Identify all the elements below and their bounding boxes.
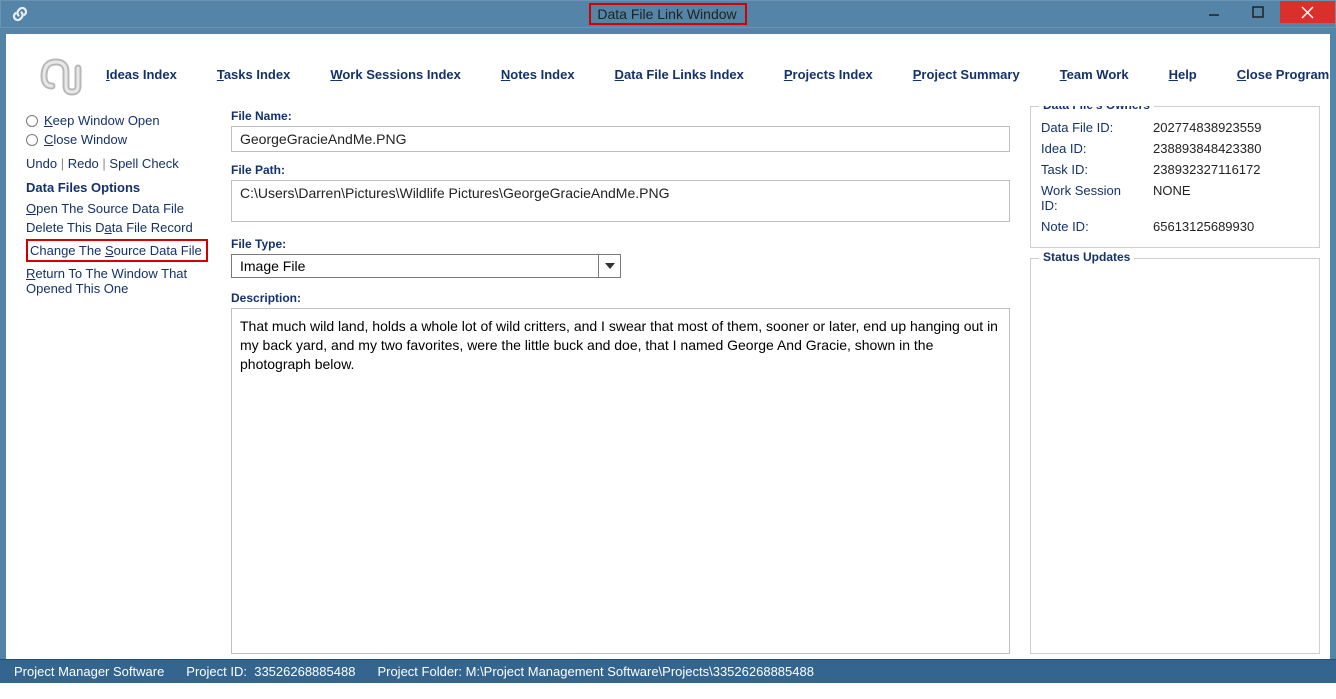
open-source-data-file-link[interactable]: Open The Source Data File bbox=[26, 199, 221, 218]
data-file-id-value: 202774838923559 bbox=[1153, 120, 1261, 135]
description-textarea[interactable]: That much wild land, holds a whole lot o… bbox=[231, 308, 1010, 654]
idea-id-value: 238893848423380 bbox=[1153, 141, 1261, 156]
menu-notes-index[interactable]: Notes Index bbox=[501, 67, 575, 82]
file-path-label: File Path: bbox=[231, 163, 1010, 177]
radio-icon bbox=[26, 134, 38, 146]
task-id-value: 238932327116172 bbox=[1153, 162, 1261, 177]
file-name-input[interactable]: GeorgeGracieAndMe.PNG bbox=[231, 126, 1010, 152]
owners-fieldset: Data File's Owners Data File ID: 20277483… bbox=[1030, 106, 1320, 248]
return-to-previous-window-link[interactable]: Return To The Window That Opened This On… bbox=[26, 264, 196, 298]
app-frame: Ideas Index Tasks Index Work Sessions In… bbox=[0, 28, 1336, 659]
side-panel: Keep Window Open Close Window Undo | Red… bbox=[26, 106, 221, 654]
delete-data-file-record-link[interactable]: Delete This Data File Record bbox=[26, 218, 221, 237]
close-window-radio[interactable]: Close Window bbox=[26, 130, 221, 149]
menu-help[interactable]: Help bbox=[1169, 67, 1197, 82]
minimize-button[interactable] bbox=[1192, 1, 1236, 23]
menu-project-summary[interactable]: Project Summary bbox=[913, 67, 1020, 82]
main-panel: File Name: GeorgeGracieAndMe.PNG File Pa… bbox=[221, 106, 1025, 654]
undo-link[interactable]: Undo bbox=[26, 155, 57, 172]
owners-legend: Data File's Owners bbox=[1039, 106, 1154, 112]
idea-id-label: Idea ID: bbox=[1041, 141, 1141, 156]
chevron-down-icon[interactable] bbox=[599, 254, 621, 278]
keep-window-open-radio[interactable]: Keep Window Open bbox=[26, 111, 221, 130]
file-path-input[interactable]: C:\Users\Darren\Pictures\Wildlife Pictur… bbox=[231, 180, 1010, 222]
file-type-label: File Type: bbox=[231, 237, 1010, 251]
statusbar-project-id: Project ID: 33526268885488 bbox=[186, 664, 355, 679]
maximize-button[interactable] bbox=[1236, 1, 1280, 23]
data-files-options-header: Data Files Options bbox=[26, 180, 221, 195]
radio-icon bbox=[26, 115, 38, 127]
app-logo-icon bbox=[36, 52, 86, 96]
file-type-combo[interactable]: Image File bbox=[231, 254, 621, 278]
menu-ideas-index[interactable]: Ideas Index bbox=[106, 67, 177, 82]
description-label: Description: bbox=[231, 291, 1010, 305]
work-session-id-label: Work Session ID: bbox=[1041, 183, 1141, 213]
change-source-data-file-highlight: Change The Source Data File bbox=[26, 239, 208, 262]
titlebar: Data File Link Window bbox=[0, 0, 1336, 28]
statusbar-project-folder: Project Folder: M:\Project Management So… bbox=[377, 664, 814, 679]
menu-work-sessions-index[interactable]: Work Sessions Index bbox=[330, 67, 461, 82]
menu-data-file-links-index[interactable]: Data File Links Index bbox=[615, 67, 744, 82]
status-updates-legend: Status Updates bbox=[1039, 250, 1134, 264]
window-title-highlight: Data File Link Window bbox=[589, 3, 746, 25]
note-id-label: Note ID: bbox=[1041, 219, 1141, 234]
file-name-label: File Name: bbox=[231, 109, 1010, 123]
spell-check-link[interactable]: Spell Check bbox=[109, 155, 178, 172]
app-icon bbox=[1, 5, 51, 23]
menu-team-work[interactable]: Team Work bbox=[1060, 67, 1129, 82]
menu-projects-index[interactable]: Projects Index bbox=[784, 67, 873, 82]
window-title: Data File Link Window bbox=[593, 6, 740, 22]
file-type-value: Image File bbox=[231, 254, 599, 278]
menu-close-program[interactable]: Close Program bbox=[1237, 67, 1329, 82]
menu-tasks-index[interactable]: Tasks Index bbox=[217, 67, 290, 82]
right-panel: Data File's Owners Data File ID: 20277483… bbox=[1025, 106, 1320, 654]
note-id-value: 65613125689930 bbox=[1153, 219, 1254, 234]
statusbar-app-name: Project Manager Software bbox=[14, 664, 164, 679]
statusbar: Project Manager Software Project ID: 335… bbox=[0, 659, 1336, 683]
menubar: Ideas Index Tasks Index Work Sessions In… bbox=[6, 34, 1330, 106]
work-session-id-value: NONE bbox=[1153, 183, 1191, 213]
window-controls bbox=[1192, 1, 1335, 27]
task-id-label: Task ID: bbox=[1041, 162, 1141, 177]
data-file-id-label: Data File ID: bbox=[1041, 120, 1141, 135]
change-source-data-file-link[interactable]: Change The Source Data File bbox=[30, 243, 202, 258]
close-button[interactable] bbox=[1280, 1, 1335, 23]
status-updates-fieldset: Status Updates bbox=[1030, 258, 1320, 654]
redo-link[interactable]: Redo bbox=[68, 155, 99, 172]
